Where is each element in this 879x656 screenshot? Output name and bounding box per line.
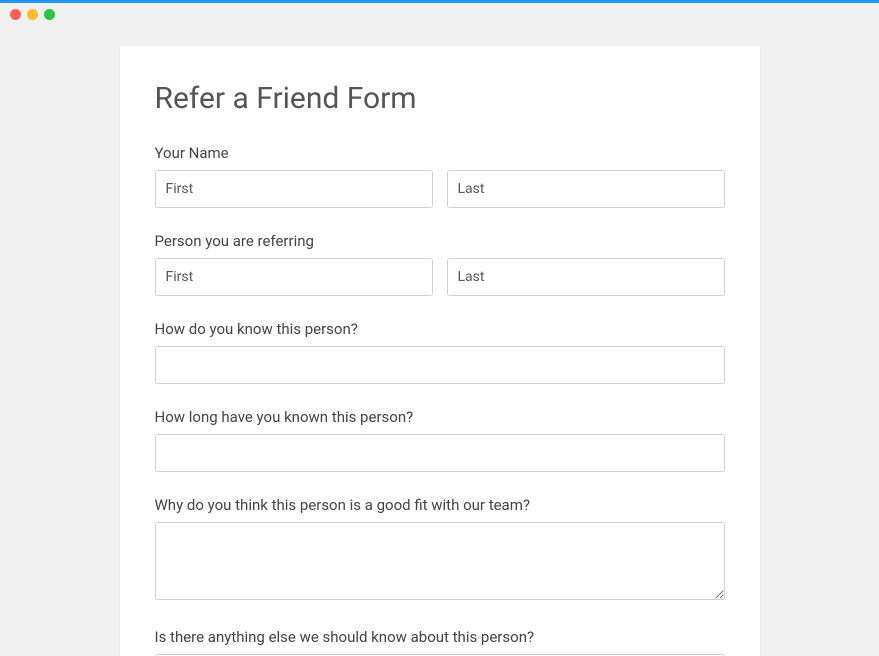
maximize-icon[interactable] xyxy=(44,9,55,20)
minimize-icon[interactable] xyxy=(27,9,38,20)
form-card: Refer a Friend Form Your Name Person you… xyxy=(120,46,760,656)
referring-last-name-input[interactable] xyxy=(447,258,725,296)
how-know-group: How do you know this person? xyxy=(155,320,725,384)
close-icon[interactable] xyxy=(10,9,21,20)
your-name-row xyxy=(155,170,725,208)
anything-else-group: Is there anything else we should know ab… xyxy=(155,628,725,656)
app-window: Refer a Friend Form Your Name Person you… xyxy=(0,0,879,653)
how-know-label: How do you know this person? xyxy=(155,320,725,338)
how-long-group: How long have you known this person? xyxy=(155,408,725,472)
your-last-name-input[interactable] xyxy=(447,170,725,208)
referring-group: Person you are referring xyxy=(155,232,725,296)
your-name-label: Your Name xyxy=(155,144,725,162)
referring-name-row xyxy=(155,258,725,296)
how-long-input[interactable] xyxy=(155,434,725,472)
how-know-input[interactable] xyxy=(155,346,725,384)
why-fit-label: Why do you think this person is a good f… xyxy=(155,496,725,514)
why-fit-textarea[interactable] xyxy=(155,522,725,600)
anything-else-label: Is there anything else we should know ab… xyxy=(155,628,725,646)
how-long-label: How long have you known this person? xyxy=(155,408,725,426)
referring-label: Person you are referring xyxy=(155,232,725,250)
referring-first-name-input[interactable] xyxy=(155,258,433,296)
form-title: Refer a Friend Form xyxy=(155,81,725,116)
your-name-group: Your Name xyxy=(155,144,725,208)
your-first-name-input[interactable] xyxy=(155,170,433,208)
window-titlebar xyxy=(0,3,879,21)
why-fit-group: Why do you think this person is a good f… xyxy=(155,496,725,604)
content-area: Refer a Friend Form Your Name Person you… xyxy=(0,21,879,656)
